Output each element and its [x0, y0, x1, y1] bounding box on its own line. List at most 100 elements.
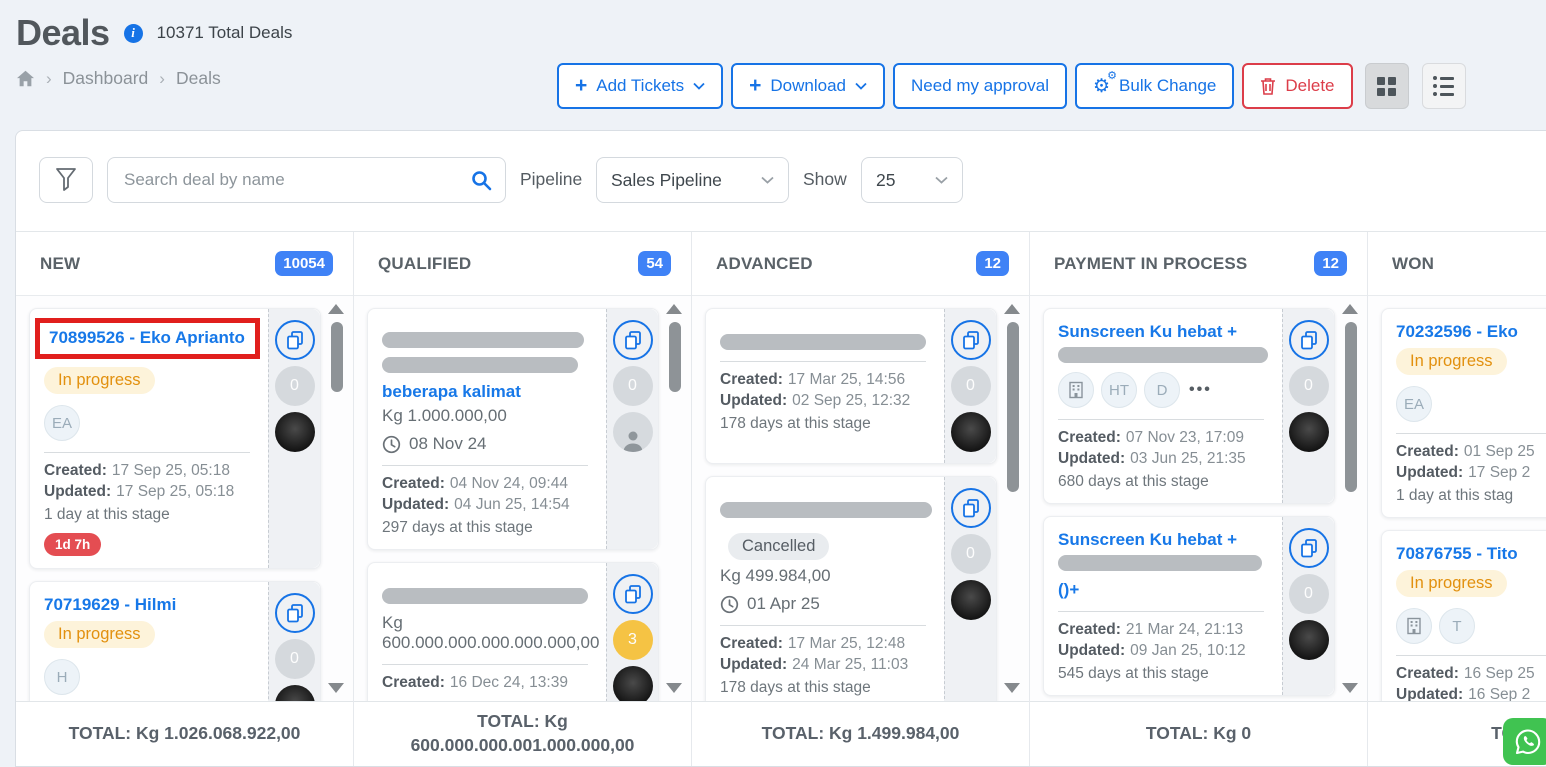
scroll-down-arrow[interactable] [1004, 683, 1020, 693]
duplicate-deal-button[interactable] [951, 320, 991, 360]
show-select[interactable]: 25 [861, 157, 963, 203]
download-button[interactable]: + Download [731, 63, 885, 109]
stage-duration: 178 days at this stage [720, 679, 934, 697]
count-badge: 0 [1289, 574, 1329, 614]
owner-avatar[interactable] [275, 412, 315, 452]
count-badge: 0 [951, 534, 991, 574]
company-avatar[interactable] [1058, 372, 1094, 408]
duplicate-deal-button[interactable] [275, 320, 315, 360]
bulk-change-button[interactable]: ⚙⚙ Bulk Change [1075, 63, 1234, 109]
status-badge: In progress [1396, 348, 1507, 375]
company-avatar[interactable] [1396, 608, 1432, 644]
scroll-up-arrow[interactable] [328, 304, 344, 314]
scrollbar-thumb[interactable] [1007, 322, 1019, 492]
need-approval-button[interactable]: Need my approval [893, 63, 1067, 109]
deal-card: beberapa kalimat Kg 1.000.000,00 08 Nov … [367, 308, 659, 550]
highlight-annotation: 70899526 - Eko Aprianto [35, 318, 260, 359]
search-input[interactable] [107, 157, 506, 203]
deal-title-link[interactable]: Sunscreen Ku hebat + [1058, 530, 1237, 550]
owner-avatar[interactable] [275, 685, 315, 701]
status-badge: In progress [44, 621, 155, 648]
breadcrumb-separator: › [46, 69, 52, 89]
deal-card: 70719629 - Hilmi In progress H Created:1… [29, 581, 321, 701]
info-icon[interactable]: i [124, 24, 143, 43]
deal-date-line: 08 Nov 24 [382, 434, 596, 454]
page-header: Deals i 10371 Total Deals › Dashboard › … [16, 12, 292, 89]
deal-title-link[interactable]: Sunscreen Ku hebat + [1058, 322, 1237, 342]
deal-title-link[interactable]: 70232596 - Eko [1396, 322, 1518, 342]
column-total: TOTAL: Kg 0 [1030, 701, 1367, 766]
list-view-button[interactable] [1422, 63, 1466, 109]
more-avatars-icon[interactable]: ••• [1189, 381, 1212, 399]
scroll-down-arrow[interactable] [328, 683, 344, 693]
gears-icon: ⚙⚙ [1093, 77, 1110, 96]
contact-avatar[interactable]: T [1439, 608, 1475, 644]
scroll-up-arrow[interactable] [1342, 304, 1358, 314]
deal-title-link[interactable]: 70719629 - Hilmi [44, 595, 176, 615]
scroll-up-arrow[interactable] [666, 304, 682, 314]
owner-avatar[interactable] [951, 580, 991, 620]
chevron-down-icon [693, 82, 705, 90]
scrollbar-thumb[interactable] [669, 322, 681, 392]
deals-panel: Pipeline Sales Pipeline Show 25 NEW 1005… [15, 130, 1546, 767]
divider [1058, 611, 1264, 612]
duplicate-deal-button[interactable] [275, 593, 315, 633]
breadcrumb-dashboard[interactable]: Dashboard [63, 68, 149, 89]
plus-icon: + [575, 75, 587, 96]
card-actions-rail: 0 [944, 477, 996, 701]
created-line: Created:17 Mar 25, 12:48 [720, 635, 934, 653]
column-new: NEW 10054 70899526 - Eko Aprianto In pro… [16, 232, 354, 766]
column-header: QUALIFIED 54 [354, 232, 691, 295]
scroll-down-arrow[interactable] [1342, 683, 1358, 693]
contact-avatar[interactable]: H [44, 659, 80, 695]
contact-avatar[interactable]: HT [1101, 372, 1137, 408]
home-icon[interactable] [16, 70, 35, 87]
contact-avatar[interactable]: D [1144, 372, 1180, 408]
created-line: Created:17 Mar 25, 14:56 [720, 371, 934, 389]
scroll-up-arrow[interactable] [1004, 304, 1020, 314]
scrollbar-thumb[interactable] [1345, 322, 1357, 492]
divider [382, 465, 588, 466]
card-actions-rail: 0 [268, 582, 320, 701]
contact-avatar[interactable]: EA [1396, 386, 1432, 422]
search-icon[interactable] [471, 170, 492, 196]
whatsapp-button[interactable] [1503, 718, 1546, 765]
owner-avatar[interactable] [613, 666, 653, 701]
add-tickets-button[interactable]: + Add Tickets [557, 63, 723, 109]
plus-icon: + [749, 75, 761, 96]
scrollbar-thumb[interactable] [331, 322, 343, 392]
grid-view-button[interactable] [1365, 63, 1409, 109]
redacted-bar [720, 334, 926, 350]
clock-icon [382, 435, 401, 454]
owner-avatar[interactable] [1289, 620, 1329, 660]
delete-button[interactable]: Delete [1242, 63, 1352, 109]
created-line: Created:01 Sep 25 [1396, 443, 1546, 461]
pipeline-select[interactable]: Sales Pipeline [596, 157, 789, 203]
owner-avatar[interactable] [613, 412, 653, 452]
column-body: Sunscreen Ku hebat + HT D ••• Created:07… [1030, 295, 1367, 701]
status-badge: In progress [1396, 570, 1507, 597]
funnel-icon [53, 166, 79, 194]
divider [44, 452, 250, 453]
owner-avatar[interactable] [1289, 412, 1329, 452]
contact-avatar[interactable]: EA [44, 405, 80, 441]
duplicate-deal-button[interactable] [1289, 320, 1329, 360]
scroll-down-arrow[interactable] [666, 683, 682, 693]
column-header: NEW 10054 [16, 232, 353, 295]
show-label: Show [803, 169, 847, 190]
updated-line: Updated:17 Sep 2 [1396, 464, 1546, 482]
breadcrumb-deals[interactable]: Deals [176, 68, 221, 89]
owner-avatar[interactable] [951, 412, 991, 452]
deal-subtitle-link[interactable]: ()+ [1058, 580, 1079, 600]
duplicate-deal-button[interactable] [613, 320, 653, 360]
deal-title-link[interactable]: 70876755 - Tito [1396, 544, 1518, 564]
filter-button[interactable] [39, 157, 93, 203]
chevron-down-icon [855, 82, 867, 90]
duplicate-deal-button[interactable] [951, 488, 991, 528]
toolbar: + Add Tickets + Download Need my approva… [557, 63, 1466, 109]
deal-title-link[interactable]: 70899526 - Eko Aprianto [49, 328, 245, 348]
created-line: Created:07 Nov 23, 17:09 [1058, 429, 1272, 447]
duplicate-deal-button[interactable] [613, 574, 653, 614]
duplicate-deal-button[interactable] [1289, 528, 1329, 568]
deal-title-link[interactable]: beberapa kalimat [382, 382, 521, 402]
